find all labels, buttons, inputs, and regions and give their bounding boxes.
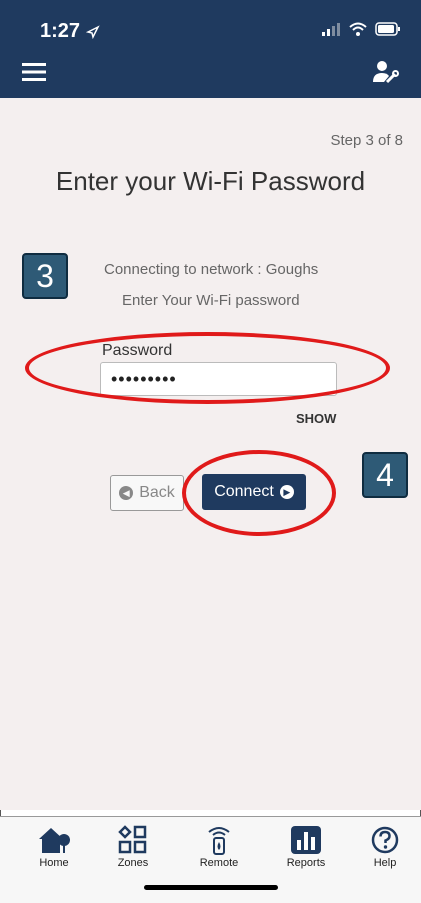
status-time-text: 1:27: [40, 20, 81, 42]
tab-zones-label: Zones: [117, 857, 149, 869]
tab-home-label: Home: [39, 857, 69, 869]
location-arrow-icon: [85, 25, 100, 39]
tab-reports[interactable]: Reports: [266, 825, 346, 869]
wifi-icon: [349, 22, 367, 36]
show-password-button[interactable]: SHOW: [296, 411, 336, 426]
password-instruction: Enter Your Wi-Fi password: [122, 292, 300, 309]
wizard-content: [0, 98, 421, 810]
annotation-badge-4: 4: [362, 452, 408, 498]
tab-help[interactable]: Help: [345, 825, 421, 869]
battery-icon: [375, 22, 400, 36]
status-icons: [321, 22, 401, 36]
network-info: Connecting to network : Goughs: [104, 261, 319, 278]
back-button-label: Back: [139, 484, 175, 501]
help-icon: [371, 826, 399, 854]
page-title: Enter your Wi-Fi Password: [55, 166, 366, 196]
chevron-left-icon: ◀: [119, 486, 134, 500]
tab-home[interactable]: Home: [14, 825, 94, 869]
tab-help-label: Help: [373, 857, 397, 869]
highlight-oval-password: [25, 332, 390, 404]
reports-icon: [291, 826, 321, 854]
user-tools-icon[interactable]: [371, 58, 399, 86]
hamburger-menu-icon[interactable]: [22, 62, 46, 82]
step-indicator: Step 3 of 8: [330, 132, 403, 149]
tab-remote[interactable]: Remote: [179, 825, 259, 869]
tab-zones[interactable]: Zones: [93, 825, 173, 869]
back-button[interactable]: ◀ Back: [110, 475, 184, 511]
status-time: 1:27: [40, 20, 100, 43]
cellular-signal-icon: [322, 23, 340, 36]
tab-remote-label: Remote: [199, 857, 239, 869]
zones-icon: [118, 825, 147, 854]
app-header: 1:27: [0, 0, 421, 98]
tab-reports-label: Reports: [286, 857, 326, 869]
home-icon: [39, 828, 70, 853]
remote-icon: [208, 827, 230, 855]
home-indicator: [144, 885, 278, 890]
annotation-badge-3: 3: [22, 253, 68, 299]
highlight-oval-connect: [182, 450, 336, 536]
